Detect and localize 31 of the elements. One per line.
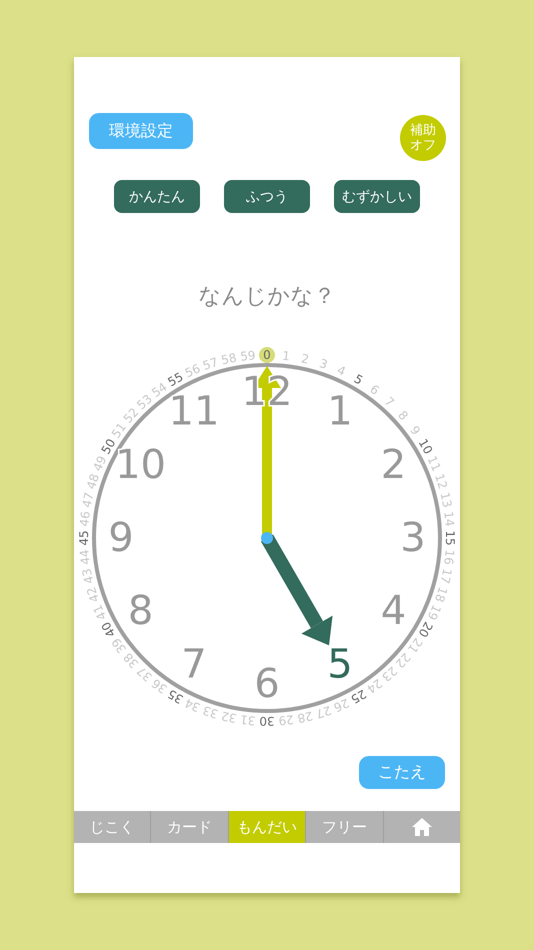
hour-number: 4 xyxy=(380,588,406,634)
hour-number: 6 xyxy=(254,661,280,707)
minute-number: 5 xyxy=(352,372,366,388)
difficulty-button[interactable]: ふつう xyxy=(224,180,310,213)
hour-number: 2 xyxy=(380,442,406,488)
home-icon xyxy=(410,817,433,837)
minute-number: 25 xyxy=(348,686,369,706)
minute-number: 30 xyxy=(259,714,275,728)
center-pin xyxy=(261,532,273,544)
hour-number: 11 xyxy=(168,388,220,435)
settings-button[interactable]: 環境設定 xyxy=(89,113,193,149)
minute-number: 20 xyxy=(416,619,436,640)
answer-button[interactable]: こたえ xyxy=(359,756,445,789)
difficulty-button[interactable]: むずかしい xyxy=(334,180,420,213)
hour-number: 9 xyxy=(108,515,134,561)
hour-number: 8 xyxy=(128,588,154,634)
hour-number: 5 xyxy=(327,641,353,688)
hour-number: 7 xyxy=(181,641,207,688)
nav-tab[interactable]: もんだい xyxy=(228,811,306,843)
difficulty-button[interactable]: かんたん xyxy=(114,180,200,213)
assist-toggle[interactable]: 補助 オフ xyxy=(400,115,446,161)
hour-number: 3 xyxy=(400,515,426,561)
hour-number: 1 xyxy=(327,388,353,435)
minute-number: 35 xyxy=(165,686,186,706)
minute-number: 45 xyxy=(77,530,91,546)
question-text: なんじかな？ xyxy=(198,284,336,309)
minute-number: 0 xyxy=(263,348,271,362)
minute-number: 10 xyxy=(416,436,436,457)
minute-number: 15 xyxy=(443,530,457,546)
minute-number: 55 xyxy=(165,370,186,390)
minute-number: 40 xyxy=(98,619,118,640)
